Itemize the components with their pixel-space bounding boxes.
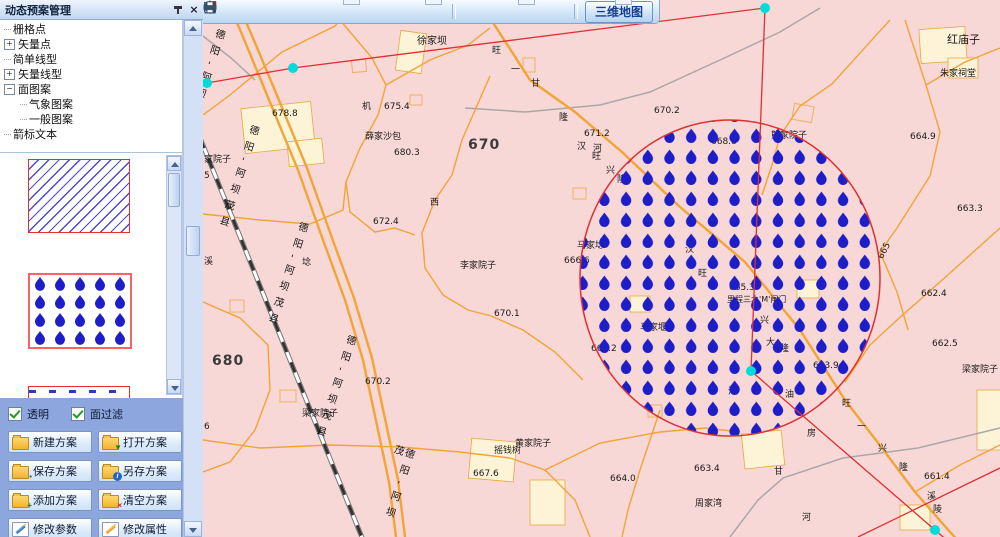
另存方案-button[interactable]: i 另存方案 [98, 460, 182, 482]
plan-vertex-handle[interactable] [930, 525, 940, 535]
plan-options-panel: 透明 面过滤 新建方案 ▼ 打开方案 ▪ 保存方案 i 另存方案 + 添加方案 × 清空方案修改参数 修… [0, 398, 183, 537]
checkbox-checked-icon[interactable] [71, 407, 85, 421]
modify-params-icon [12, 522, 29, 537]
raindrop-pattern[interactable] [28, 273, 132, 349]
plan-vertex-handle[interactable] [203, 78, 212, 88]
map-canvas[interactable]: 徐家坝旺一甘隆678.8机675.4薛家沙包680.3670671.2汉河旺兴隆… [203, 0, 1000, 537]
open-plan-icon: ▼ [102, 437, 119, 450]
collapse-icon[interactable]: − [4, 84, 15, 95]
raindrop-pattern-preview [30, 275, 128, 345]
button-label: 修改属性 [123, 521, 167, 537]
diagonal-hatch-pattern[interactable] [28, 159, 130, 233]
pattern-list-scrollbar[interactable] [166, 155, 182, 395]
打开方案-button[interactable]: ▼ 打开方案 [98, 431, 182, 453]
pin-icon[interactable] [171, 3, 185, 17]
print-icon[interactable] [549, 2, 569, 21]
button-label: 修改参数 [33, 521, 77, 537]
新建方案-button[interactable]: 新建方案 [8, 431, 92, 453]
option-checkbox[interactable]: 面过滤 [71, 406, 123, 422]
清空方案-button[interactable]: × 清空方案 [98, 489, 182, 511]
zoom-box-icon[interactable] [383, 2, 403, 21]
close-icon[interactable]: × [187, 3, 201, 17]
toolbar-tab-notch [343, 0, 360, 5]
saveas-plan-icon: i [102, 466, 119, 479]
tree-item-label: 矢量点 [18, 37, 51, 52]
plan-vertex-handle[interactable] [288, 63, 298, 73]
tree-item[interactable]: 气象图案 [0, 97, 182, 112]
tree-item-label: 简单线型 [13, 52, 57, 67]
button-label: 另存方案 [123, 463, 167, 479]
保存方案-button[interactable]: ▪ 保存方案 [8, 460, 92, 482]
pattern-list [0, 152, 183, 398]
measure-circle-icon[interactable] [229, 2, 249, 21]
plan-area-circle[interactable] [580, 120, 880, 436]
tree-item[interactable]: 一般图案 [0, 112, 182, 127]
option-checkbox[interactable]: 透明 [8, 406, 49, 422]
添加方案-button[interactable]: + 添加方案 [8, 489, 92, 511]
zoom-out-icon[interactable] [317, 2, 337, 21]
tree-item-label: 一般图案 [29, 112, 73, 127]
sidebar-scrollbar[interactable] [183, 20, 203, 537]
layer-tree: 栅格点+矢量点简单线型+矢量线型−面图案气象图案一般图案箭标文本 [0, 20, 183, 152]
checkbox-label: 透明 [27, 406, 49, 422]
tree-item[interactable]: +矢量点 [0, 37, 182, 52]
tree-item[interactable]: 箭标文本 [0, 127, 182, 142]
pan-icon[interactable] [361, 2, 381, 21]
scrollbar-thumb[interactable] [168, 173, 180, 207]
checkbox-checked-icon[interactable] [8, 407, 22, 421]
button-label: 保存方案 [33, 463, 77, 479]
measure-area-icon[interactable] [251, 2, 271, 21]
tree-item-label: 栅格点 [13, 22, 46, 37]
tree-item-label: 箭标文本 [13, 127, 57, 142]
tree-item[interactable]: 简单线型 [0, 52, 182, 67]
tree-item-label: 气象图案 [29, 97, 73, 112]
new-plan-icon [12, 437, 29, 450]
pause-icon[interactable] [405, 2, 425, 21]
button-label: 添加方案 [33, 492, 77, 508]
tree-connector [4, 134, 11, 135]
toolbar-tab-notch [425, 0, 442, 5]
tree-item[interactable]: +矢量线型 [0, 67, 182, 82]
scrollbar-thumb[interactable] [186, 226, 200, 256]
tree-connector [4, 59, 11, 60]
tree-connector [20, 104, 27, 105]
dash-line-pattern[interactable] [28, 386, 130, 398]
tree-item[interactable]: 栅格点 [0, 22, 182, 37]
add-plan-icon: + [12, 495, 29, 508]
button-label: 打开方案 [123, 434, 167, 450]
tree-item-label: 矢量线型 [18, 67, 62, 82]
toolbar-tab-notch [518, 0, 535, 5]
sidebar-title: 动态预案管理 [5, 2, 71, 18]
plan-vertex-handle[interactable] [746, 366, 756, 376]
plan-overlay-layer [203, 0, 1000, 537]
save-plan-icon: ▪ [12, 466, 29, 479]
button-label: 清空方案 [123, 492, 167, 508]
zoom-in-icon[interactable] [295, 2, 315, 21]
tree-connector [4, 29, 11, 30]
expand-icon[interactable]: + [4, 69, 15, 80]
expand-icon[interactable]: + [4, 39, 15, 50]
export-icon[interactable] [483, 2, 503, 21]
button-label: 新建方案 [33, 434, 77, 450]
grid-icon[interactable] [273, 2, 293, 21]
修改属性-button[interactable]: 修改属性 [98, 518, 182, 537]
clear-plan-icon: × [102, 495, 119, 508]
plan-vertex-handle[interactable] [760, 3, 770, 13]
modify-props-icon [102, 522, 119, 537]
toolbar-tab-notch [615, 0, 632, 5]
toolbar-separator [574, 4, 578, 19]
identify-icon[interactable] [461, 2, 481, 21]
tree-item[interactable]: −面图案 [0, 82, 182, 97]
gis-application: 动态预案管理 × 栅格点+矢量点简单线型+矢量线型−面图案气象图案一般图案箭标文… [0, 0, 1000, 537]
tree-connector [20, 119, 27, 120]
tree-item-label: 面图案 [18, 82, 51, 97]
toolbar-separator [452, 4, 456, 19]
修改参数-button[interactable]: 修改参数 [8, 518, 92, 537]
sidebar-titlebar: 动态预案管理 × [0, 0, 203, 20]
checkbox-label: 面过滤 [90, 406, 123, 422]
